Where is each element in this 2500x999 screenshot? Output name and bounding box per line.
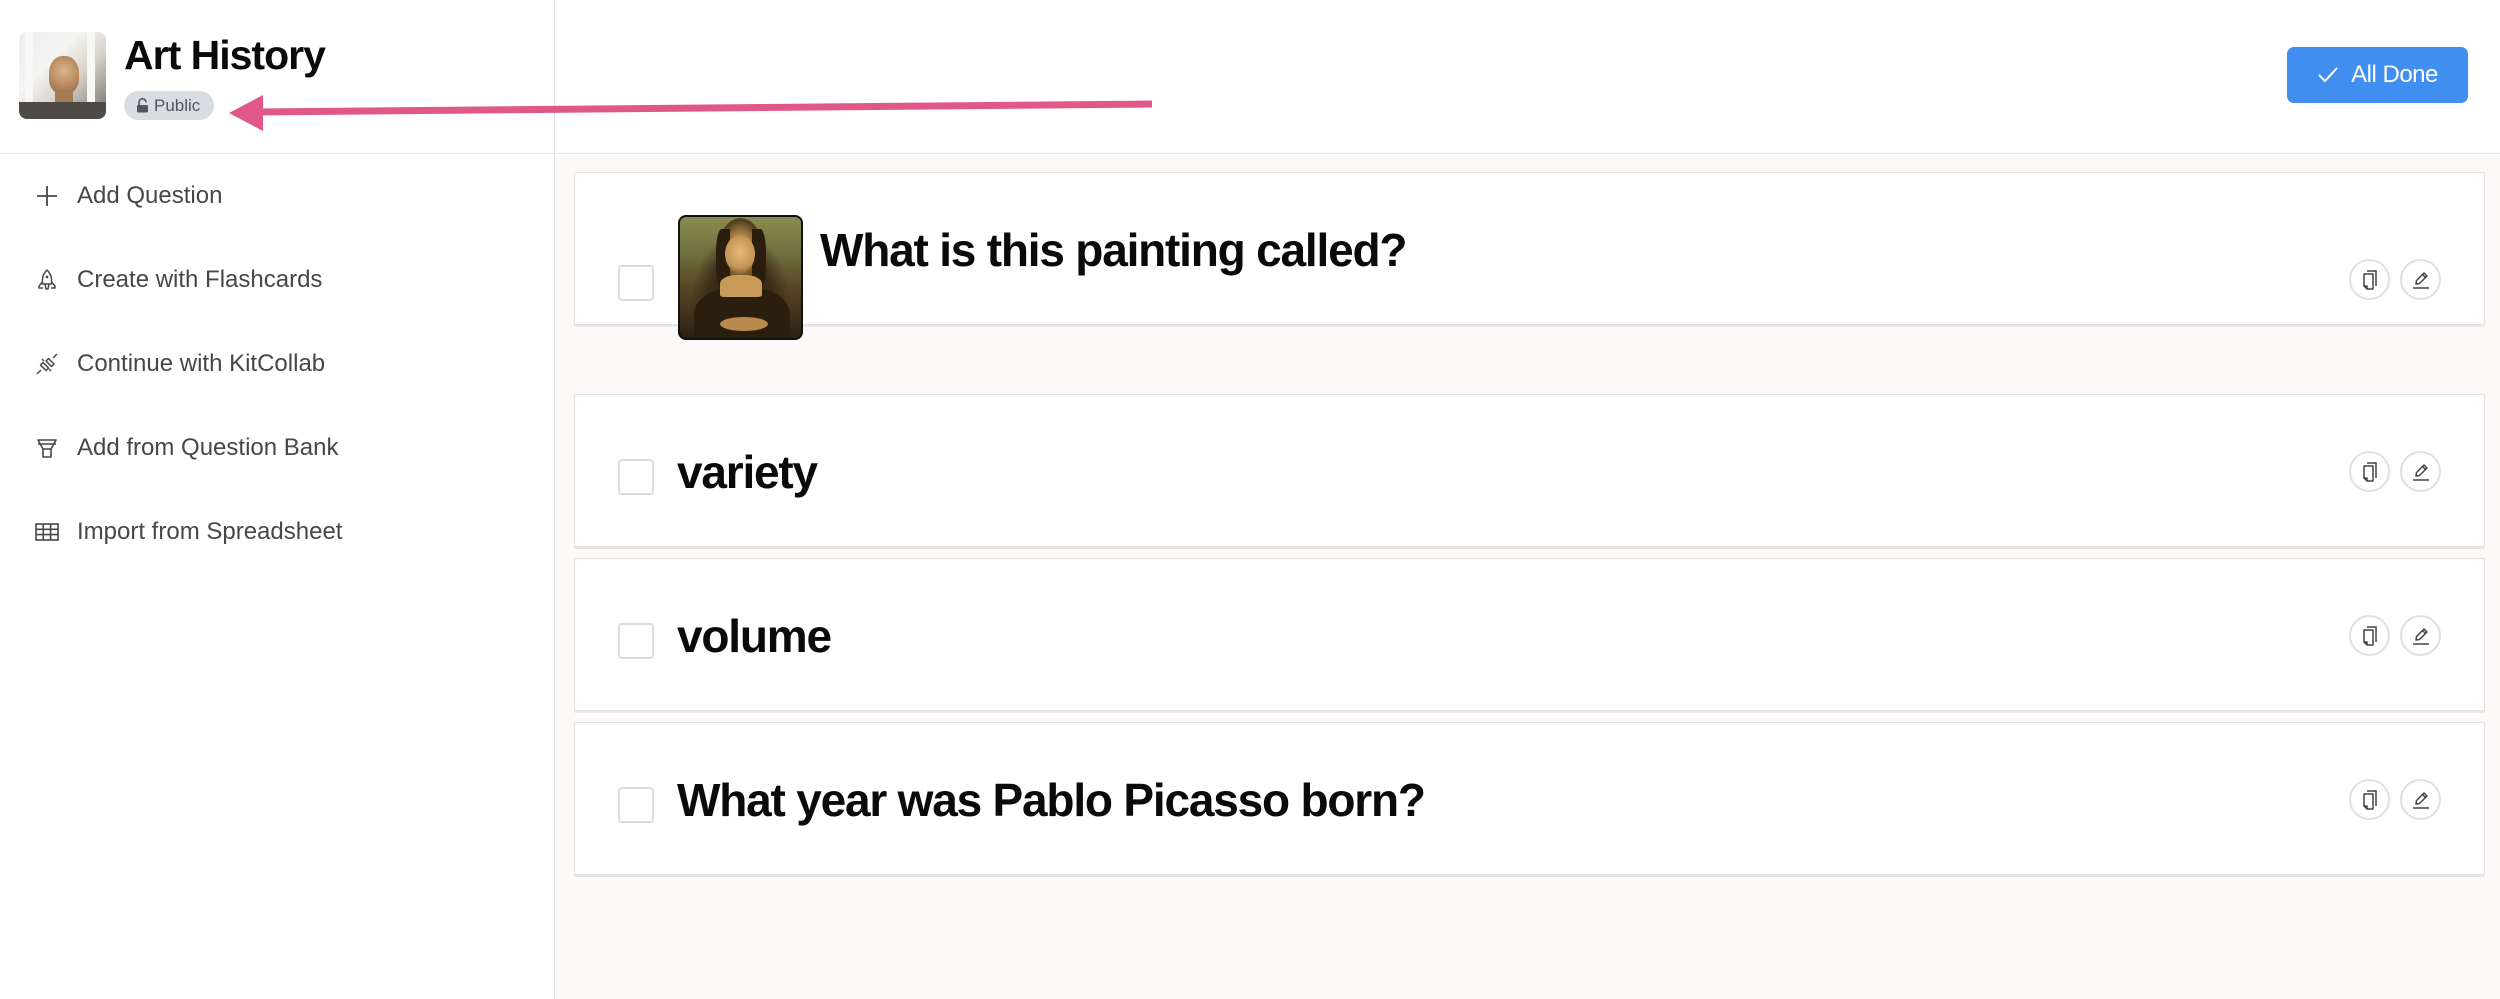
duplicate-icon [2362, 461, 2377, 482]
top-bar [556, 0, 2500, 154]
duplicate-button[interactable] [2349, 259, 2390, 300]
sidebar-item-add-question[interactable]: Add Question [0, 166, 555, 226]
duplicate-button[interactable] [2349, 615, 2390, 656]
edit-button[interactable] [2400, 451, 2441, 492]
edit-button[interactable] [2400, 779, 2441, 820]
visibility-label: Public [154, 95, 201, 115]
sidebar-item-continue-with-kitcollab[interactable]: Continue with KitCollab [0, 334, 555, 394]
edit-button[interactable] [2400, 615, 2441, 656]
funnel-icon [34, 435, 60, 461]
question-card[interactable]: What is this painting called? [574, 172, 2485, 340]
pencil-icon [2412, 791, 2429, 809]
duplicate-icon [2362, 625, 2377, 646]
sidebar-item-label: Add Question [77, 182, 223, 209]
pencil-icon [2412, 271, 2429, 289]
question-checkbox[interactable] [618, 623, 654, 659]
question-card[interactable]: volume [574, 558, 2485, 711]
question-actions [2349, 259, 2441, 300]
unlocked-lock-icon [137, 98, 148, 113]
deck-title: Art History [124, 32, 326, 78]
sidebar: Art History Public Add Question Create w… [0, 0, 555, 999]
mona-lisa-image [678, 215, 803, 340]
plus-icon [34, 183, 60, 209]
checkmark-icon [2318, 67, 2338, 83]
duplicate-button[interactable] [2349, 451, 2390, 492]
question-actions [2349, 779, 2441, 820]
duplicate-button[interactable] [2349, 779, 2390, 820]
question-text: What is this painting called? [820, 224, 1407, 276]
all-done-button[interactable]: All Done [2287, 47, 2468, 103]
sidebar-item-add-from-question-bank[interactable]: Add from Question Bank [0, 418, 555, 478]
edit-button[interactable] [2400, 259, 2441, 300]
visibility-badge[interactable]: Public [124, 91, 215, 120]
duplicate-icon [2362, 269, 2377, 290]
question-card[interactable]: What year was Pablo Picasso born? [574, 722, 2485, 875]
question-checkbox[interactable] [618, 459, 654, 495]
question-checkbox[interactable] [618, 787, 654, 823]
sidebar-item-label: Import from Spreadsheet [77, 518, 343, 545]
question-text: variety [677, 446, 818, 498]
question-checkbox[interactable] [618, 265, 654, 301]
sidebar-item-import-from-spreadsheet[interactable]: Import from Spreadsheet [0, 502, 555, 562]
plug-icon [34, 351, 60, 377]
sidebar-item-label: Create with Flashcards [77, 266, 323, 293]
table-icon [34, 519, 60, 545]
question-text: What year was Pablo Picasso born? [677, 774, 1426, 826]
question-actions [2349, 451, 2441, 492]
question-text: volume [677, 610, 832, 662]
sidebar-item-label: Continue with KitCollab [77, 350, 326, 377]
question-actions [2349, 615, 2441, 656]
all-done-label: All Done [2351, 61, 2438, 88]
sidebar-item-create-with-flashcards[interactable]: Create with Flashcards [0, 250, 555, 310]
deck-header: Art History Public [0, 0, 555, 154]
duplicate-icon [2362, 789, 2377, 810]
pencil-icon [2412, 627, 2429, 645]
question-card[interactable]: variety [574, 394, 2485, 547]
pencil-icon [2412, 463, 2429, 481]
rocket-icon [34, 267, 60, 293]
deck-thumbnail [19, 32, 106, 119]
sidebar-item-label: Add from Question Bank [77, 434, 339, 461]
